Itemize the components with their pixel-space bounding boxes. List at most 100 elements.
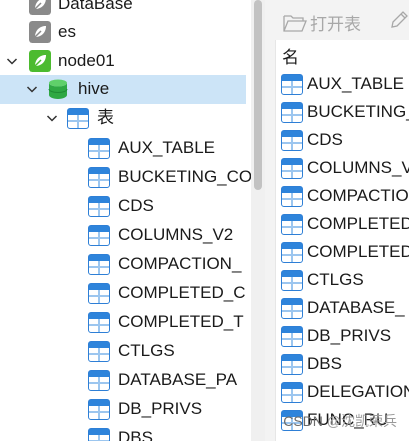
database-icon [48,79,68,99]
tree-item-es-connection[interactable]: es [0,18,251,47]
object-list: 名 AUX_TABLE BUCKETING_ CDS COLUMNS_V COM… [275,40,409,441]
table-icon [281,130,303,151]
list-item-label: DATABASE_ [307,298,405,317]
list-item-label: CTLGS [307,270,364,289]
table-icon [281,242,303,263]
navigation-tree: DataBase es node01 hive 表 AUX_TABLE BUCK… [0,0,251,441]
tree-item-hive-database[interactable]: hive [0,75,246,104]
table-icon [88,428,110,441]
table-icon [88,399,110,420]
tree-table-item[interactable]: DATABASE_PA [0,366,251,395]
table-icon [281,74,303,95]
connection-icon [29,50,51,72]
tree-table-item[interactable]: DB_PRIVS [0,395,251,424]
tree-scrollbar[interactable] [251,0,265,441]
list-item[interactable]: COMPACTIO [276,182,409,210]
table-name: COLUMNS_V2 [118,225,234,244]
tree-table-item[interactable]: CDS [0,192,251,221]
table-name: DBS [118,428,153,441]
table-icon [88,283,110,304]
list-item[interactable]: COMPLETED [276,238,409,266]
tree-item-label: DataBase [58,0,133,13]
list-item[interactable]: DB_PRIVS [276,322,409,350]
folder-open-icon [283,14,307,32]
chevron-down-icon[interactable] [24,81,40,97]
list-item-label: BUCKETING_ [307,102,409,121]
list-item-label: DBS [307,354,342,373]
list-item[interactable]: BUCKETING_ [276,98,409,126]
table-name: CDS [118,196,154,215]
edit-table-button[interactable] [389,10,409,30]
list-item[interactable]: DELEGATION [276,378,409,406]
list-item[interactable]: CTLGS [276,266,409,294]
table-name: DB_PRIVS [118,399,203,418]
tree-table-item[interactable]: DBS [0,424,251,441]
list-item-label: COMPLETED [307,242,409,261]
list-item[interactable]: DBS [276,350,409,378]
list-item[interactable]: COMPLETED [276,210,409,238]
tree-table-item[interactable]: BUCKETING_CO [0,163,251,192]
table-icon [281,102,303,123]
table-name: BUCKETING_CO [118,167,251,186]
table-name: AUX_TABLE [118,138,216,157]
table-icon [281,326,303,347]
scrollbar-thumb[interactable] [254,0,262,190]
table-icon [88,370,110,391]
list-item-label: COMPLETED [307,214,409,233]
table-icon [88,138,110,159]
list-item-label: DELEGATION [307,382,409,401]
tree-table-item[interactable]: COMPLETED_T [0,308,251,337]
table-icon [281,382,303,403]
list-item[interactable]: DATABASE_ [276,294,409,322]
object-pane: 打开表 名 AUX_TABLE BUCKETING_ CDS COLUMNS_V [265,0,409,441]
tree-item-node01-connection[interactable]: node01 [0,47,251,76]
tree-item-label: node01 [58,51,115,70]
list-item[interactable]: AUX_TABLE [276,70,409,98]
table-name: COMPLETED_C [118,283,246,302]
table-name: DATABASE_PA [118,370,238,389]
table-icon [281,270,303,291]
table-name: COMPACTION_ [118,254,242,273]
table-name: CTLGS [118,341,175,360]
tree-item-tables-folder[interactable]: 表 [0,104,251,133]
open-table-button[interactable]: 打开表 [283,10,361,35]
list-item-label: COMPACTIO [307,186,409,205]
list-item-label: COLUMNS_V [307,158,409,177]
chevron-down-icon[interactable] [4,53,20,69]
table-icon [281,186,303,207]
tree-table-item[interactable]: AUX_TABLE [0,134,251,163]
list-item[interactable]: COLUMNS_V [276,154,409,182]
list-item-label: DB_PRIVS [307,326,392,345]
list-item-label: AUX_TABLE [307,74,405,93]
table-icon [281,354,303,375]
table-icon [88,341,110,362]
table-name: COMPLETED_T [118,312,244,331]
tree-item-label: 表 [97,108,114,127]
tree-table-item[interactable]: COMPLETED_C [0,279,251,308]
table-icon [88,254,110,275]
table-icon [88,167,110,188]
open-table-label: 打开表 [310,15,361,34]
column-header-name[interactable]: 名 [276,40,409,70]
tree-item-database-connection[interactable]: DataBase [0,0,251,19]
csdn-watermark: CSDN @沈凯荣兵 [283,411,397,431]
table-icon [88,196,110,217]
watermark-site: CSDN [283,413,323,429]
connection-icon [29,0,51,15]
tree-table-item[interactable]: COMPACTION_ [0,250,251,279]
tree-item-label: hive [78,79,110,98]
tree-table-item[interactable]: COLUMNS_V2 [0,221,251,250]
table-icon [88,312,110,333]
connection-icon [29,21,51,43]
watermark-user: @沈凯荣兵 [326,413,397,429]
chevron-down-icon[interactable] [44,110,60,126]
tree-table-item[interactable]: CTLGS [0,337,251,366]
list-item[interactable]: CDS [276,126,409,154]
table-icon [88,225,110,246]
table-icon [281,214,303,235]
list-item-label: CDS [307,130,343,149]
table-icon [67,108,89,129]
object-toolbar: 打开表 [265,0,409,40]
pencil-icon [391,11,408,28]
table-icon [281,158,303,179]
